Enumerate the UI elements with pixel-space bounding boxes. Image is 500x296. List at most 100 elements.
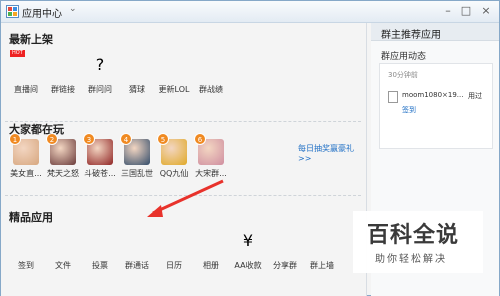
app-tile[interactable]: 投票 — [81, 231, 119, 271]
app-label: 群问问 — [88, 85, 112, 94]
app-label: 文件 — [55, 261, 71, 270]
activity-sign-link[interactable]: 签到 — [402, 105, 416, 115]
app-tile[interactable]: 日历 — [155, 231, 193, 271]
rank-badge: 2 — [46, 133, 58, 145]
app-label: 猜球 — [129, 85, 145, 94]
app-icon-box — [50, 231, 76, 257]
minimize-button[interactable]: – — [439, 3, 457, 19]
hot-badge: HOT — [10, 50, 25, 57]
app-label: 直播间 — [14, 85, 38, 94]
main-panel: 最新上架 HOT 直播间 群链接? 群问问 猜球 更新LOL 群战绩 大家都在玩 每日抽奖赢… — [1, 23, 367, 296]
titlebar: 应用中心 ⌄ – □ × — [1, 1, 499, 23]
app-label: 更新LOL — [158, 85, 190, 94]
app-tile[interactable]: 群通话 — [118, 231, 156, 271]
app-icon-box — [124, 55, 150, 81]
activity-action: 用过 — [468, 92, 482, 100]
aa-payment-icon: ¥ — [243, 231, 253, 250]
rank-badge: 3 — [83, 133, 95, 145]
app-label: 三国乱世 — [121, 169, 153, 178]
app-tile[interactable]: 群链接 — [44, 55, 82, 95]
divider — [5, 195, 361, 196]
window-title: 应用中心 — [22, 9, 62, 20]
sidebar-header: 群主推荐应用 — [371, 23, 499, 41]
app-tile[interactable]: ¥ AA收款 — [229, 231, 267, 271]
app-label: 群战绩 — [199, 85, 223, 94]
maximize-button[interactable]: □ — [457, 3, 475, 19]
game-tile[interactable]: 3 斗破苍... — [81, 133, 119, 179]
svg-text:?: ? — [95, 55, 105, 74]
daily-lottery-link[interactable]: 每日抽奖赢豪礼>> — [298, 143, 366, 163]
app-tile[interactable]: 猜球 — [118, 55, 156, 95]
rank-badge: 5 — [157, 133, 169, 145]
svg-text:¥: ¥ — [242, 231, 254, 250]
app-label: 群链接 — [51, 85, 75, 94]
rank-badge: 6 — [194, 133, 206, 145]
game-tile[interactable]: 2 梵天之怒 — [44, 133, 82, 179]
app-icon-box: HOT — [10, 50, 39, 81]
app-icon-box — [198, 231, 224, 257]
group-app-activity-title: 群应用动态 — [381, 52, 427, 62]
app-tile[interactable]: 群上墙 — [303, 231, 341, 271]
question-icon: ? — [96, 55, 105, 74]
game-thumbnail: 1 — [9, 133, 39, 165]
app-icon-box — [13, 281, 39, 296]
app-label: AA收款 — [234, 261, 262, 270]
activity-card: 30分钟前 moom1080×19... 用过 签到 — [379, 63, 493, 149]
app-tile[interactable]: 更新LOL — [155, 55, 193, 95]
activity-file-name: moom1080×19... — [402, 91, 464, 99]
app-icon-box — [309, 231, 335, 257]
game-thumbnail: 4 — [120, 133, 150, 165]
section-title-featured: 精品应用 — [9, 211, 53, 224]
app-label: 群上墙 — [310, 261, 334, 270]
game-thumbnail: 2 — [46, 133, 76, 165]
app-tile[interactable]: 相册 — [192, 231, 230, 271]
app-icon-box: ¥ — [235, 231, 261, 257]
game-thumbnail: 6 — [194, 133, 224, 165]
app-center-icon — [6, 5, 19, 18]
rank-badge: 4 — [120, 133, 132, 145]
app-tile[interactable]: HOT 直播间 — [7, 50, 45, 95]
game-tile[interactable]: 1 美女直... — [7, 133, 45, 179]
game-thumbnail: 5 — [157, 133, 187, 165]
game-tile[interactable]: 4 三国乱世 — [118, 133, 156, 179]
file-icon — [388, 91, 398, 103]
app-tile[interactable] — [7, 281, 45, 296]
game-thumbnail: 3 — [83, 133, 113, 165]
app-tile[interactable] — [81, 281, 119, 296]
app-label: 斗破苍... — [84, 169, 116, 178]
app-tile[interactable]: ? 群问问 — [81, 55, 119, 95]
game-tile[interactable]: 6 大宋群... — [192, 133, 230, 179]
app-tile[interactable] — [44, 281, 82, 296]
app-tile[interactable]: 签到 — [7, 231, 45, 271]
title-dropdown-icon[interactable]: ⌄ — [69, 4, 77, 14]
watermark-logo: 百科全说 助你轻松解决 — [353, 211, 483, 273]
app-center-window: 应用中心 ⌄ – □ × 最新上架 HOT 直播间 群链接? 群问问 猜球 更新LOL 群战… — [0, 0, 500, 296]
app-label: 投票 — [92, 261, 108, 270]
app-tile[interactable]: 分享群 — [266, 231, 304, 271]
app-icon-box — [124, 231, 150, 257]
watermark-title: 百科全说 — [367, 223, 460, 248]
app-icon-box — [87, 231, 113, 257]
app-label: QQ九仙 — [159, 169, 189, 178]
app-tile[interactable]: 文件 — [44, 231, 82, 271]
app-icon-box — [87, 281, 113, 296]
app-label: 梵天之怒 — [47, 169, 79, 178]
watermark-subtitle: 助你轻松解决 — [375, 254, 447, 265]
app-label: 日历 — [166, 261, 182, 270]
app-label: 分享群 — [273, 261, 297, 270]
rank-badge: 1 — [9, 133, 21, 145]
app-icon-box — [161, 55, 187, 81]
app-icon-box — [50, 55, 76, 81]
close-button[interactable]: × — [477, 3, 495, 19]
game-tile[interactable]: 5 QQ九仙 — [155, 133, 193, 179]
sidebar-title: 群主推荐应用 — [381, 30, 441, 41]
app-label: 美女直... — [10, 169, 42, 178]
app-tile[interactable]: 群战绩 — [192, 55, 230, 95]
app-icon-box — [161, 231, 187, 257]
app-icon-box — [198, 55, 224, 81]
app-label: 群通话 — [125, 261, 149, 270]
activity-time: 30分钟前 — [388, 71, 418, 79]
app-label: 相册 — [203, 261, 219, 270]
app-label: 签到 — [18, 261, 34, 270]
app-icon-box — [272, 231, 298, 257]
